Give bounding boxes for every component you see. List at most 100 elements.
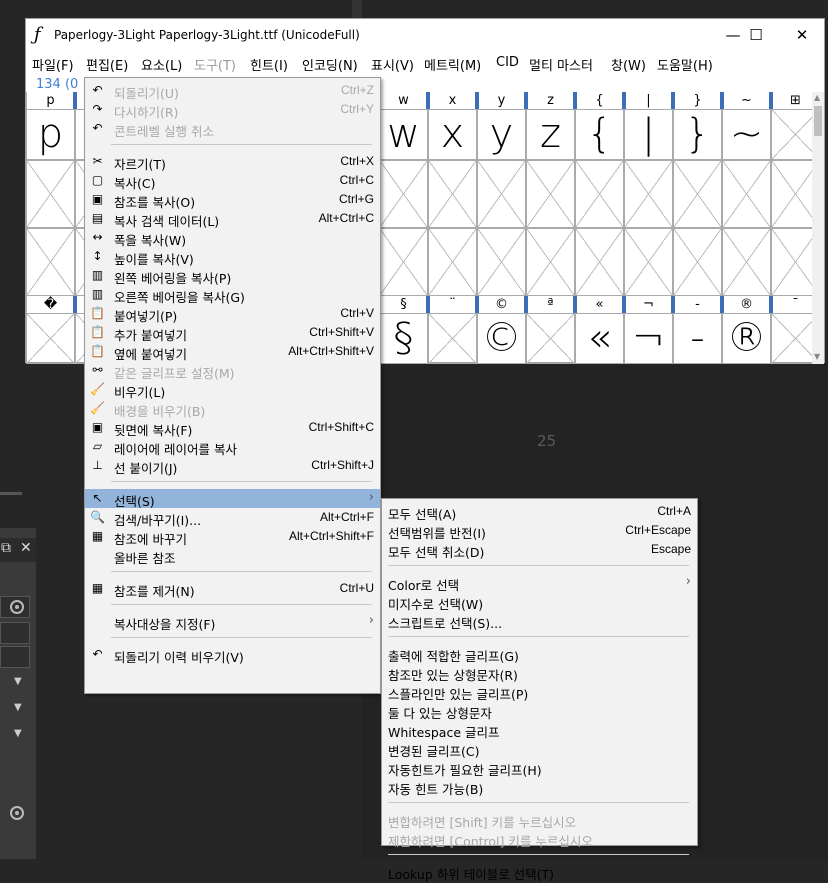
glyph-cell[interactable]	[428, 313, 477, 364]
glyph-cell[interactable]	[379, 228, 428, 296]
glyph-cell[interactable]	[722, 160, 771, 228]
glyph-cell[interactable]	[526, 160, 575, 228]
edit-menu-item[interactable]: ▦ 참조를 제거(N) Ctrl+U	[85, 579, 380, 599]
select-submenu-item[interactable]: 참조만 있는 상형문자(R)	[382, 663, 697, 683]
glyph-cell[interactable]	[26, 160, 75, 228]
edit-menu-item[interactable]: 🧹 비우기(L)	[85, 380, 380, 400]
glyph-cell[interactable]	[379, 160, 428, 228]
edit-menu-item[interactable]: ↕ 높이를 복사(V)	[85, 247, 380, 267]
edit-menu-item[interactable]: ▣ 참조를 복사(O) Ctrl+G	[85, 190, 380, 210]
glyph-header[interactable]: {	[575, 92, 624, 109]
panel-restore-icon[interactable]: ⧉	[1, 540, 11, 556]
select-submenu-item[interactable]: 자동 힌트 가능(B)	[382, 777, 697, 797]
edit-menu-item[interactable]: ⊥ 선 붙이기(J) Ctrl+Shift+J	[85, 456, 380, 476]
glyph-header[interactable]: w	[379, 92, 428, 109]
glyph-header[interactable]: |	[624, 92, 673, 109]
edit-menu-item[interactable]: ▱ 레이어에 레이어를 복사	[85, 437, 380, 457]
select-submenu-item[interactable]: 자동힌트가 필요한 글리프(H)	[382, 758, 697, 778]
glyph-cell[interactable]: §	[379, 313, 428, 364]
glyph-cell[interactable]: w	[379, 109, 428, 160]
left-panel-field-3[interactable]	[0, 646, 30, 668]
menu-edit[interactable]: 편집(E)	[86, 55, 128, 74]
left-panel-field-2[interactable]	[0, 622, 30, 644]
scroll-down-icon[interactable]: ▼	[814, 352, 820, 361]
glyph-cell[interactable]	[575, 160, 624, 228]
glyph-cell[interactable]: }	[673, 109, 722, 160]
maximize-button[interactable]: ☐	[733, 23, 779, 47]
glyph-cell[interactable]	[26, 228, 75, 296]
chevron-down-icon[interactable]: ▼	[14, 702, 22, 713]
edit-menu-item[interactable]: 올바른 참조	[85, 546, 380, 566]
glyph-header[interactable]: }	[673, 92, 722, 109]
glyph-header[interactable]: ª	[526, 296, 575, 313]
scroll-up-icon[interactable]: ▲	[814, 93, 820, 102]
select-submenu-item[interactable]: 미지수로 선택(W)	[382, 592, 697, 612]
chevron-down-icon[interactable]: ▼	[14, 728, 22, 739]
menu-help[interactable]: 도움말(H)	[657, 55, 713, 74]
vertical-scrollbar[interactable]: ▲ ▼	[812, 92, 824, 364]
select-submenu-item[interactable]: Color로 선택 ›	[382, 573, 697, 593]
menu-view[interactable]: 표시(V)	[371, 55, 414, 74]
menu-element[interactable]: 요소(L)	[141, 55, 182, 74]
glyph-cell[interactable]	[477, 160, 526, 228]
edit-menu-item[interactable]: ↔ 폭을 복사(W)	[85, 228, 380, 248]
edit-menu-item[interactable]: 📋 옆에 붙여넣기 Alt+Ctrl+Shift+V	[85, 342, 380, 362]
edit-menu-item[interactable]: 📋 붙여넣기(P) Ctrl+V	[85, 304, 380, 324]
panel-close-icon[interactable]: ✕	[20, 540, 32, 556]
left-panel-radio-2[interactable]	[10, 806, 24, 820]
left-panel-radio-1[interactable]	[10, 600, 24, 614]
glyph-cell[interactable]	[624, 228, 673, 296]
menu-encoding[interactable]: 인코딩(N)	[302, 55, 358, 74]
select-submenu-item[interactable]: 변경된 글리프(C)	[382, 739, 697, 759]
edit-menu-item[interactable]: ▥ 오른쪽 베어링을 복사(G)	[85, 285, 380, 305]
glyph-cell[interactable]	[26, 313, 75, 364]
glyph-cell[interactable]	[477, 228, 526, 296]
close-button[interactable]: ✕	[779, 23, 825, 47]
select-submenu-item[interactable]: 선택범위를 반전(I) Ctrl+Escape	[382, 521, 697, 541]
menu-file[interactable]: 파일(F)	[32, 55, 74, 74]
glyph-cell[interactable]	[526, 313, 575, 364]
edit-menu-item[interactable]: ▤ 복사 검색 데이터(L) Alt+Ctrl+C	[85, 209, 380, 229]
glyph-header[interactable]: §	[379, 296, 428, 313]
glyph-header[interactable]: �	[26, 296, 75, 313]
select-submenu-item[interactable]: 스크립트로 선택(S)...	[382, 611, 697, 631]
glyph-header[interactable]: ~	[722, 92, 771, 109]
glyph-cell[interactable]: y	[477, 109, 526, 160]
glyph-cell[interactable]	[526, 228, 575, 296]
glyph-cell[interactable]	[673, 160, 722, 228]
menu-window[interactable]: 창(W)	[611, 55, 646, 74]
glyph-header[interactable]: ©	[477, 296, 526, 313]
edit-menu-item[interactable]: ↶ 되돌리기 이력 비우기(V)	[85, 645, 380, 665]
select-submenu-item[interactable]: 스플라인만 있는 글리프(P)	[382, 682, 697, 702]
glyph-header[interactable]: -	[673, 296, 722, 313]
edit-menu-item[interactable]: 🔍 검색/바꾸기(I)... Alt+Ctrl+F	[85, 508, 380, 528]
glyph-cell[interactable]: z	[526, 109, 575, 160]
glyph-cell[interactable]: |	[624, 109, 673, 160]
glyph-cell[interactable]: x	[428, 109, 477, 160]
glyph-cell[interactable]	[624, 160, 673, 228]
select-submenu-item[interactable]: Lookup 하위 테이블로 선택(T)	[382, 862, 697, 882]
chevron-down-icon[interactable]: ▼	[14, 676, 22, 687]
select-submenu-item[interactable]: 출력에 적합한 글리프(G)	[382, 644, 697, 664]
edit-menu-item[interactable]: ✂ 자르기(T) Ctrl+X	[85, 152, 380, 172]
glyph-cell[interactable]: -	[673, 313, 722, 364]
edit-menu-item[interactable]: 복사대상을 지정(F) ›	[85, 612, 380, 632]
glyph-header[interactable]: ¨	[428, 296, 477, 313]
menu-metrics[interactable]: 메트릭(M)	[424, 55, 481, 74]
glyph-cell[interactable]	[575, 228, 624, 296]
glyph-cell[interactable]: {	[575, 109, 624, 160]
glyph-cell[interactable]	[673, 228, 722, 296]
glyph-cell[interactable]	[722, 228, 771, 296]
edit-menu-item[interactable]: ▥ 왼쪽 베어링을 복사(P)	[85, 266, 380, 286]
select-submenu-item[interactable]: Whitespace 글리프	[382, 720, 697, 740]
glyph-cell[interactable]	[428, 228, 477, 296]
glyph-cell[interactable]: «	[575, 313, 624, 364]
glyph-cell[interactable]: ~	[722, 109, 771, 160]
glyph-cell[interactable]: ®	[722, 313, 771, 364]
edit-menu-item[interactable]: 📋 추가 붙여넣기 Ctrl+Shift+V	[85, 323, 380, 343]
glyph-header[interactable]: ®	[722, 296, 771, 313]
select-submenu-item[interactable]: 모두 선택(A) Ctrl+A	[382, 502, 697, 522]
glyph-header[interactable]: «	[575, 296, 624, 313]
edit-menu-item[interactable]: ▦ 참조에 바꾸기 Alt+Ctrl+Shift+F	[85, 527, 380, 547]
glyph-cell[interactable]: ©	[477, 313, 526, 364]
